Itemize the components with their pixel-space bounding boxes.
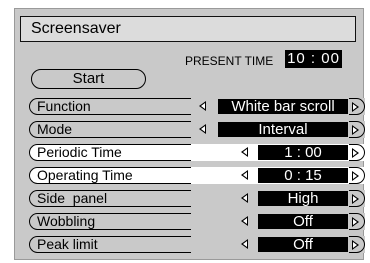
- periodic-time-row[interactable]: Periodic Time 1 : 00: [29, 144, 365, 161]
- periodic-time-label: Periodic Time: [29, 144, 191, 161]
- left-arrow-icon[interactable]: [241, 216, 248, 226]
- menu-title: Screensaver: [20, 16, 356, 42]
- function-value: White bar scroll: [218, 99, 348, 114]
- peak-limit-value: Off: [258, 237, 348, 252]
- operating-time-row[interactable]: Operating Time 0 : 15: [29, 167, 365, 184]
- right-arrow-button[interactable]: [349, 236, 365, 253]
- left-arrow-icon[interactable]: [241, 147, 248, 157]
- right-arrow-button[interactable]: [349, 167, 365, 184]
- periodic-time-value: 1 : 00: [258, 145, 348, 160]
- right-arrow-button[interactable]: [349, 144, 365, 161]
- wobbling-label: Wobbling: [29, 213, 191, 230]
- operating-time-label: Operating Time: [29, 167, 191, 184]
- present-time-value: 10 : 00: [285, 50, 342, 68]
- function-selector[interactable]: White bar scroll: [191, 98, 365, 115]
- side-panel-row[interactable]: Side panel High: [29, 190, 365, 207]
- right-arrow-icon: [352, 240, 359, 250]
- right-arrow-icon: [352, 194, 359, 204]
- side-panel-selector[interactable]: High: [191, 190, 365, 207]
- mode-label: Mode: [29, 121, 191, 138]
- start-button[interactable]: Start: [31, 69, 146, 89]
- peak-limit-label: Peak limit: [29, 236, 191, 253]
- function-label: Function: [29, 98, 191, 115]
- left-arrow-icon[interactable]: [241, 239, 248, 249]
- right-arrow-icon: [352, 102, 359, 112]
- operating-time-selector[interactable]: 0 : 15: [191, 167, 365, 184]
- periodic-time-selector[interactable]: 1 : 00: [191, 144, 365, 161]
- left-arrow-icon[interactable]: [199, 101, 206, 111]
- wobbling-value: Off: [258, 214, 348, 229]
- side-panel-label: Side panel: [29, 190, 191, 207]
- left-arrow-icon[interactable]: [241, 170, 248, 180]
- mode-row[interactable]: Mode Interval: [29, 121, 365, 138]
- screensaver-panel: Screensaver PRESENT TIME 10 : 00 Start F…: [14, 8, 365, 260]
- right-arrow-button[interactable]: [349, 98, 365, 115]
- right-arrow-icon: [352, 125, 359, 135]
- left-arrow-icon[interactable]: [241, 193, 248, 203]
- right-arrow-icon: [352, 217, 359, 227]
- right-arrow-icon: [352, 171, 359, 181]
- operating-time-value: 0 : 15: [258, 168, 348, 183]
- right-arrow-button[interactable]: [349, 213, 365, 230]
- wobbling-row[interactable]: Wobbling Off: [29, 213, 365, 230]
- right-arrow-button[interactable]: [349, 190, 365, 207]
- peak-limit-row[interactable]: Peak limit Off: [29, 236, 365, 253]
- present-time-label: PRESENT TIME: [185, 54, 274, 68]
- left-arrow-icon[interactable]: [199, 124, 206, 134]
- right-arrow-icon: [352, 148, 359, 158]
- right-arrow-button[interactable]: [349, 121, 365, 138]
- wobbling-selector[interactable]: Off: [191, 213, 365, 230]
- function-row[interactable]: Function White bar scroll: [29, 98, 365, 115]
- mode-value: Interval: [218, 122, 348, 137]
- mode-selector[interactable]: Interval: [191, 121, 365, 138]
- peak-limit-selector[interactable]: Off: [191, 236, 365, 253]
- side-panel-value: High: [258, 191, 348, 206]
